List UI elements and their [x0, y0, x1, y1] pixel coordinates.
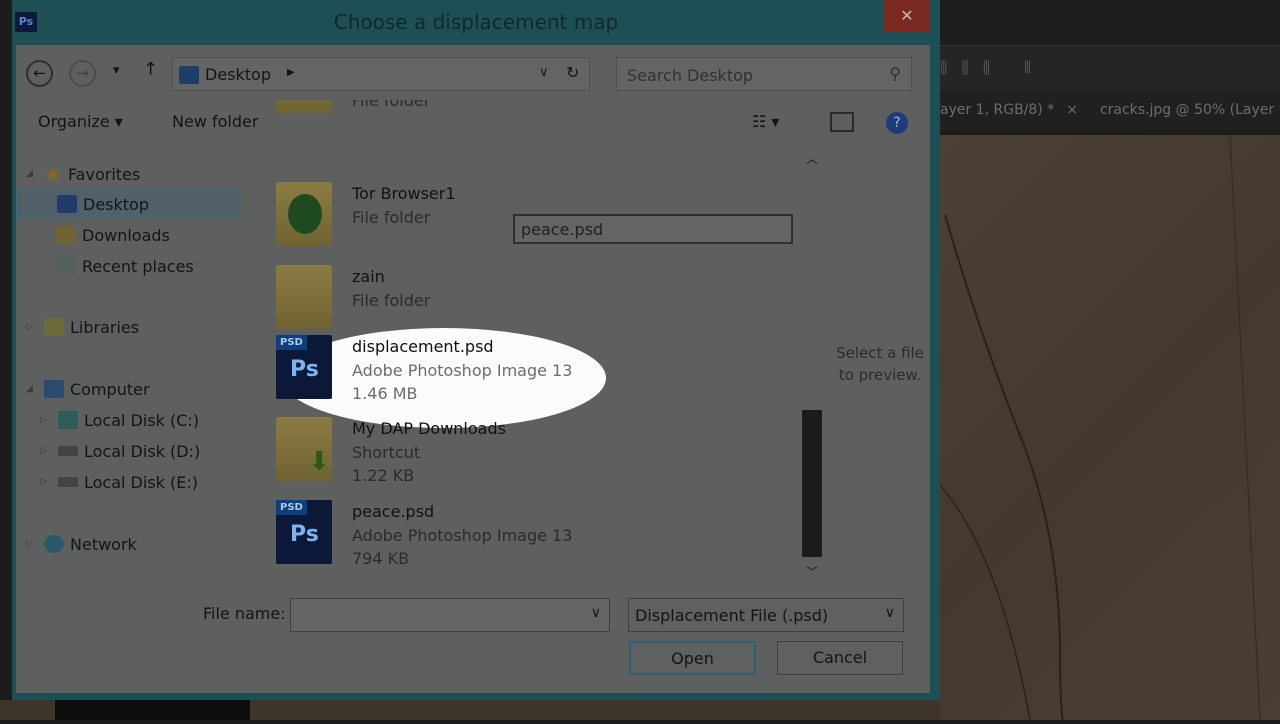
- shortcut-folder-icon: ⬇: [276, 417, 332, 481]
- photoshop-options-bar: ⫼ ⫼ ⫼ ⫴: [940, 45, 1280, 90]
- drive-icon: [58, 446, 78, 456]
- image-canvas[interactable]: [939, 134, 1280, 724]
- libraries-icon: [44, 318, 64, 336]
- drive-icon: [58, 477, 78, 487]
- address-bar[interactable]: Desktop ▶ ∨ ↻: [172, 57, 590, 91]
- up-button[interactable]: ↑: [143, 59, 158, 80]
- file-item-my-dap-downloads[interactable]: ⬇ My DAP Downloads Shortcut 1.22 KB: [268, 415, 788, 485]
- search-input[interactable]: Search Desktop ⚲: [616, 57, 912, 91]
- scrollbar-thumb[interactable]: [802, 410, 822, 557]
- address-dropdown-icon[interactable]: ∨: [539, 65, 549, 80]
- close-button[interactable]: ✕: [884, 0, 930, 32]
- psd-file-icon: PSD Ps: [276, 500, 332, 564]
- file-item-zain[interactable]: zain File folder: [268, 263, 788, 333]
- folder-icon: [276, 100, 332, 113]
- folder-icon: [276, 265, 332, 329]
- scroll-up-icon[interactable]: ︿: [806, 150, 818, 167]
- dialog-title: Choose a displacement map: [333, 10, 619, 34]
- file-name-label: File name:: [203, 604, 286, 623]
- computer-icon: [44, 380, 64, 398]
- rename-field[interactable]: peace.psd: [513, 214, 793, 244]
- new-folder-button[interactable]: New folder: [172, 112, 258, 131]
- chevron-down-icon[interactable]: ∨: [885, 605, 895, 621]
- desktop-icon: [179, 66, 199, 84]
- navigation-bar: ← → ▾ ↑ Desktop ▶ ∨ ↻ Search Desktop ⚲: [16, 55, 930, 91]
- align-icon[interactable]: ⫼: [961, 58, 968, 78]
- refresh-icon[interactable]: ↻: [566, 63, 579, 82]
- file-item-displacement[interactable]: PSD Ps displacement.psd Adobe Photoshop Ima…: [268, 333, 788, 403]
- align-icon[interactable]: ⫼: [940, 58, 947, 78]
- cancel-button[interactable]: Cancel: [777, 641, 903, 675]
- file-type-select[interactable]: Displacement File (.psd) ∨: [628, 598, 904, 632]
- system-drive-icon: [58, 411, 78, 429]
- sidebar-item-computer[interactable]: ◢ Computer: [26, 375, 150, 403]
- file-item[interactable]: File folder: [268, 100, 788, 125]
- network-icon: [44, 535, 64, 553]
- sidebar-item-favorites[interactable]: ◢ ★ Favorites: [26, 160, 140, 188]
- photoshop-menubar: [940, 0, 1280, 45]
- tab-layer1[interactable]: ayer 1, RGB/8) *: [940, 102, 1054, 118]
- desktop-icon: [57, 195, 77, 213]
- folder-icon: [276, 182, 332, 246]
- file-list: File folder Tor Browser1 File folder zain…: [268, 100, 808, 580]
- status-strip: [0, 700, 940, 720]
- chevron-down-icon[interactable]: ∨: [591, 605, 601, 621]
- distribute-icon[interactable]: ⫴: [1024, 58, 1031, 78]
- sidebar-item-disk-c[interactable]: ▷ Local Disk (C:): [40, 406, 199, 434]
- sidebar-item-desktop[interactable]: Desktop: [16, 190, 242, 218]
- address-location[interactable]: Desktop: [205, 65, 271, 84]
- file-item-peace[interactable]: PSD Ps peace.psd Adobe Photoshop Image 13 79…: [268, 498, 788, 578]
- sidebar-item-disk-e[interactable]: ▷ Local Disk (E:): [40, 468, 198, 496]
- open-button[interactable]: Open: [629, 641, 756, 675]
- sidebar-item-disk-d[interactable]: ▷ Local Disk (D:): [40, 437, 200, 465]
- align-icon[interactable]: ⫼: [983, 58, 990, 78]
- preview-pane-text: Select a file to preview.: [836, 344, 924, 384]
- scroll-down-icon[interactable]: ﹀: [806, 563, 818, 580]
- recent-locations-button[interactable]: ▾: [113, 63, 120, 78]
- downloads-icon: [56, 226, 76, 244]
- search-icon[interactable]: ⚲: [889, 64, 901, 83]
- sidebar-item-recent-places[interactable]: Recent places: [56, 252, 194, 280]
- psd-file-icon: PSD Ps: [276, 335, 332, 399]
- tab-cracks[interactable]: cracks.jpg @ 50% (Layer: [1100, 102, 1274, 118]
- breadcrumb-chevron-icon[interactable]: ▶: [287, 67, 295, 78]
- preview-pane-icon[interactable]: [830, 112, 854, 132]
- sidebar-item-libraries[interactable]: ▷ Libraries: [26, 313, 139, 341]
- sidebar-item-network[interactable]: ▷ Network: [26, 530, 137, 558]
- help-icon[interactable]: ?: [886, 112, 908, 134]
- forward-button[interactable]: →: [69, 60, 96, 87]
- document-tabs: ayer 1, RGB/8) * × cracks.jpg @ 50% (Lay…: [940, 90, 1280, 130]
- file-name-input[interactable]: ∨: [290, 598, 610, 632]
- organize-button[interactable]: Organize ▾: [38, 112, 123, 131]
- recent-places-icon: [56, 257, 76, 275]
- sidebar-item-downloads[interactable]: Downloads: [56, 221, 170, 249]
- tab-close-icon[interactable]: ×: [1066, 102, 1078, 118]
- open-file-dialog: Ps Choose a displacement map ✕ ← → ▾ ↑ D…: [12, 0, 940, 700]
- star-icon: ★: [44, 162, 62, 186]
- search-placeholder: Search Desktop: [627, 66, 754, 85]
- title-bar: Ps Choose a displacement map ✕: [12, 0, 940, 45]
- back-button[interactable]: ←: [26, 60, 53, 87]
